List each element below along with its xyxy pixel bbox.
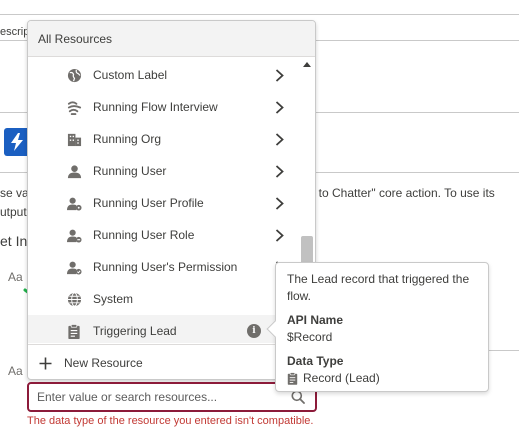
- resource-search-input[interactable]: [37, 388, 285, 406]
- flow-interview-icon: [66, 99, 82, 115]
- resource-item-running-users-permission[interactable]: Running User's Permission: [28, 251, 298, 283]
- data-type-label: Data Type: [287, 354, 344, 368]
- validation-error-message: The data type of the resource you entere…: [27, 415, 314, 427]
- scroll-up-arrow-icon[interactable]: [303, 62, 311, 67]
- resource-item-label: Custom Label: [93, 68, 168, 82]
- resource-item-label: System: [93, 292, 134, 306]
- resource-item-running-flow-interview[interactable]: Running Flow Interview: [28, 91, 298, 123]
- system-globe-icon: [66, 291, 82, 307]
- resource-item-label: Running User Profile: [93, 196, 204, 210]
- lightning-bolt-icon: [11, 133, 23, 151]
- new-resource-label: New Resource: [64, 356, 143, 370]
- new-resource-button[interactable]: New Resource: [28, 344, 315, 379]
- resource-item-label: Triggering Lead: [93, 324, 177, 338]
- resource-item-running-org[interactable]: Running Org: [28, 123, 298, 155]
- plus-icon: [39, 357, 52, 369]
- description-text-right: t to Chatter" core action. To use its: [312, 186, 495, 200]
- clipboard-icon: [287, 371, 298, 385]
- user-icon: [66, 163, 82, 179]
- resource-details-popover: The Lead record that triggered the flow.…: [266, 262, 489, 392]
- resource-item-label: Running Flow Interview: [93, 100, 218, 114]
- user-permission-icon: [66, 259, 82, 275]
- info-icon[interactable]: i: [247, 324, 261, 338]
- data-type-value: Record (Lead): [303, 371, 380, 385]
- resource-list[interactable]: Custom Label Running Flow Interview Runn…: [28, 58, 298, 343]
- resource-item-label: Running User: [93, 164, 167, 178]
- chevron-right-icon[interactable]: [272, 164, 286, 178]
- resource-item-label: Running Org: [93, 132, 162, 146]
- resource-item-label: Running User's Permission: [93, 260, 238, 274]
- chevron-right-icon[interactable]: [272, 228, 286, 242]
- chevron-right-icon[interactable]: [272, 68, 286, 82]
- resource-item-custom-label[interactable]: Custom Label: [28, 59, 298, 91]
- user-role-icon: [66, 227, 82, 243]
- chevron-right-icon[interactable]: [272, 100, 286, 114]
- dropdown-header: All Resources: [28, 21, 315, 57]
- building-icon: [66, 131, 82, 147]
- resource-item-running-user[interactable]: Running User: [28, 155, 298, 187]
- chevron-right-icon[interactable]: [272, 132, 286, 146]
- search-icon: [291, 390, 305, 404]
- text-type-icon-2: Aa: [8, 364, 23, 378]
- resource-item-triggering-lead[interactable]: Triggering Lead i: [28, 315, 298, 343]
- chevron-right-icon[interactable]: [272, 196, 286, 210]
- popover-description: The Lead record that triggered the flow.: [287, 272, 470, 303]
- api-name-label: API Name: [287, 313, 344, 327]
- clipboard-icon: [66, 323, 82, 339]
- user-profile-icon: [66, 195, 82, 211]
- resource-search-box: [27, 382, 317, 412]
- api-name-value: $Record: [287, 330, 333, 344]
- globe-icon: [66, 67, 82, 83]
- resource-item-running-user-profile[interactable]: Running User Profile: [28, 187, 298, 219]
- data-type-value-row: Record (Lead): [287, 371, 380, 385]
- resource-item-label: Running User Role: [93, 228, 195, 242]
- top-divider: [0, 14, 519, 15]
- resource-item-system[interactable]: System: [28, 283, 298, 315]
- resource-item-running-user-role[interactable]: Running User Role: [28, 219, 298, 251]
